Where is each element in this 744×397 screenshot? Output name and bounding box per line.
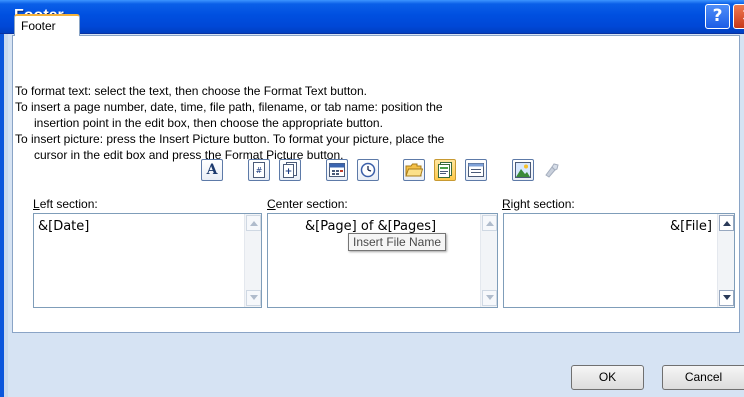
right-section-scrollbar[interactable]: [717, 214, 734, 307]
instruction-insert-field-cont: insertion point in the edit box, then ch…: [34, 116, 383, 130]
instruction-insert-field: To insert a page number, date, time, fil…: [15, 100, 443, 114]
file-name-icon: [438, 162, 452, 178]
scroll-up-arrow[interactable]: [482, 215, 497, 231]
ok-button[interactable]: OK: [571, 365, 644, 390]
format-text-icon: A: [206, 162, 218, 178]
tooltip-insert-file-name: Insert File Name: [348, 233, 447, 251]
format-picture-icon: [545, 163, 559, 178]
folder-icon: [405, 163, 423, 177]
title-bar: Footer ? ✕: [0, 0, 744, 34]
insert-date-button[interactable]: [326, 159, 348, 181]
right-section-text[interactable]: &[File]: [670, 219, 712, 234]
insert-number-of-pages-button[interactable]: +: [279, 159, 301, 181]
scroll-down-arrow[interactable]: [246, 290, 261, 306]
center-section-label: Center section:: [267, 197, 348, 211]
tab-footer[interactable]: Footer: [14, 14, 80, 36]
instruction-format-text: To format text: select the text, then ch…: [15, 84, 367, 98]
scroll-up-arrow[interactable]: [246, 215, 261, 231]
sheet-tab-icon: [468, 163, 484, 177]
left-section-text[interactable]: &[Date]: [38, 219, 89, 234]
insert-file-name-button[interactable]: [434, 159, 456, 181]
format-text-button[interactable]: A: [201, 159, 223, 181]
picture-icon: [515, 162, 531, 178]
cancel-button[interactable]: Cancel: [662, 365, 744, 390]
help-icon: ?: [712, 6, 723, 26]
calendar-icon: [329, 163, 345, 177]
clock-icon: [360, 162, 376, 178]
svg-text:+: +: [285, 167, 293, 177]
scroll-down-arrow[interactable]: [482, 290, 497, 306]
left-section-label: Left section:: [33, 197, 98, 211]
instruction-insert-picture: To insert picture: press the Insert Pict…: [15, 132, 445, 146]
insert-time-button[interactable]: [357, 159, 379, 181]
help-button[interactable]: ?: [705, 4, 730, 29]
left-section-editbox[interactable]: &[Date]: [33, 213, 262, 308]
scroll-up-arrow[interactable]: [719, 215, 734, 231]
right-section-editbox[interactable]: &[File]: [503, 213, 735, 308]
insert-file-path-button[interactable]: [403, 159, 425, 181]
close-button[interactable]: ✕: [733, 4, 744, 29]
page-number-icon: #: [253, 162, 265, 178]
number-of-pages-icon: +: [283, 162, 297, 178]
svg-text:#: #: [256, 166, 263, 175]
insert-page-number-button[interactable]: #: [248, 159, 270, 181]
format-picture-button[interactable]: [541, 159, 563, 181]
right-section-label: Right section:: [502, 197, 575, 211]
insert-picture-button[interactable]: [512, 159, 534, 181]
insert-sheet-name-button[interactable]: [465, 159, 487, 181]
center-section-scrollbar[interactable]: [480, 214, 497, 307]
scroll-down-arrow[interactable]: [719, 290, 734, 306]
center-section-text[interactable]: &[Page] of &[Pages]: [305, 219, 436, 234]
center-section-editbox[interactable]: &[Page] of &[Pages]: [267, 213, 498, 308]
left-section-scrollbar[interactable]: [244, 214, 261, 307]
